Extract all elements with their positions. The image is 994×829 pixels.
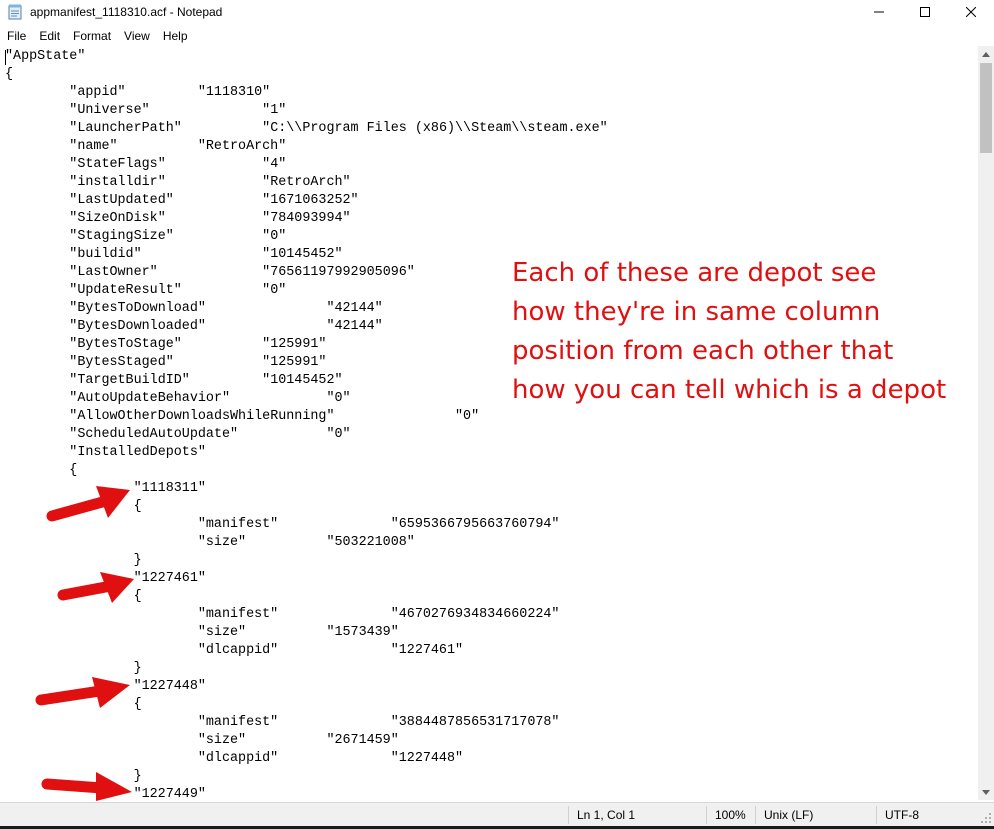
editor-line: "dlcappid" "1227461" <box>5 643 464 658</box>
editor-line: "installdir" "RetroArch" <box>5 175 351 190</box>
annotation-line: how you can tell which is a depot <box>512 375 947 405</box>
maximize-button[interactable] <box>902 0 948 24</box>
menu-edit[interactable]: Edit <box>32 26 66 46</box>
zoom-level: 100% <box>715 808 746 822</box>
menu-bar: File Edit Format View Help <box>0 26 994 46</box>
editor-line: "dlcappid" "1227448" <box>5 751 464 766</box>
scroll-down-button[interactable] <box>978 784 994 800</box>
annotation-line: position from each other that <box>512 336 894 366</box>
editor-line: "LastUpdated" "1671063252" <box>5 193 359 208</box>
editor-line: "StagingSize" "0" <box>5 229 287 244</box>
annotation-line: how they're in same column <box>512 297 881 327</box>
window-title: appmanifest_1118310.acf - Notepad <box>30 5 223 19</box>
editor-line: "size" "503221008" <box>5 535 415 550</box>
editor-line: "name" "RetroArch" <box>5 139 287 154</box>
minimize-icon <box>874 11 884 13</box>
encoding: UTF-8 <box>885 808 919 822</box>
status-separator <box>755 806 756 824</box>
status-bar: Ln 1, Col 1 100% Unix (LF) UTF-8 <box>0 802 994 827</box>
status-separator <box>876 806 877 824</box>
text-editor[interactable]: "AppState" { "appid" "1118310" "Universe"… <box>0 46 978 800</box>
close-icon <box>966 7 976 17</box>
minimize-button[interactable] <box>856 0 902 24</box>
annotation-text: Each of these are depot see how they're … <box>512 254 962 410</box>
editor-line: { <box>5 463 78 478</box>
scroll-thumb[interactable] <box>980 63 992 153</box>
status-separator <box>706 806 707 824</box>
red-arrow-icon <box>46 486 130 522</box>
red-arrow-icon <box>57 572 134 603</box>
maximize-icon <box>920 7 930 17</box>
editor-line: "StateFlags" "4" <box>5 157 287 172</box>
title-bar: appmanifest_1118310.acf - Notepad <box>0 0 994 24</box>
annotation-line: Each of these are depot see <box>512 258 877 288</box>
menu-file[interactable]: File <box>0 26 32 46</box>
editor-line: "manifest" "4670276934834660224" <box>5 607 560 622</box>
text-caret <box>5 50 6 65</box>
menu-view[interactable]: View <box>117 26 156 46</box>
menu-help[interactable]: Help <box>156 26 194 46</box>
editor-line: } <box>5 553 142 568</box>
editor-line: "size" "2671459" <box>5 733 399 748</box>
close-button[interactable] <box>948 0 994 24</box>
editor-line: "ScheduledAutoUpdate" "0" <box>5 427 351 442</box>
chevron-down-icon <box>982 789 990 795</box>
notepad-icon <box>8 4 22 20</box>
scroll-up-button[interactable] <box>978 46 994 62</box>
menu-format[interactable]: Format <box>66 26 117 46</box>
resize-grip-icon[interactable] <box>980 812 992 824</box>
vertical-scrollbar[interactable] <box>978 46 994 800</box>
status-separator <box>568 806 569 824</box>
chevron-up-icon <box>982 51 990 57</box>
cursor-position: Ln 1, Col 1 <box>577 808 636 822</box>
editor-line: "appid" "1118310" <box>5 85 271 100</box>
editor-line: "InstalledDepots" <box>5 445 206 460</box>
editor-line: "manifest" "3884487856531717078" <box>5 715 560 730</box>
line-ending: Unix (LF) <box>764 808 814 822</box>
editor-line: "AllowOtherDownloadsWhileRunning" "0" <box>5 409 480 424</box>
editor-line: "size" "1573439" <box>5 625 399 640</box>
editor-line: "AppState" <box>5 49 86 64</box>
red-arrow-icon <box>35 677 130 708</box>
red-arrow-icon <box>41 772 132 801</box>
editor-line: "SizeOnDisk" "784093994" <box>5 211 351 226</box>
editor-line: { <box>5 67 14 82</box>
editor-line: "Universe" "1" <box>5 103 287 118</box>
editor-line: "LauncherPath" "C:\\Program Files (x86)\… <box>5 121 608 136</box>
